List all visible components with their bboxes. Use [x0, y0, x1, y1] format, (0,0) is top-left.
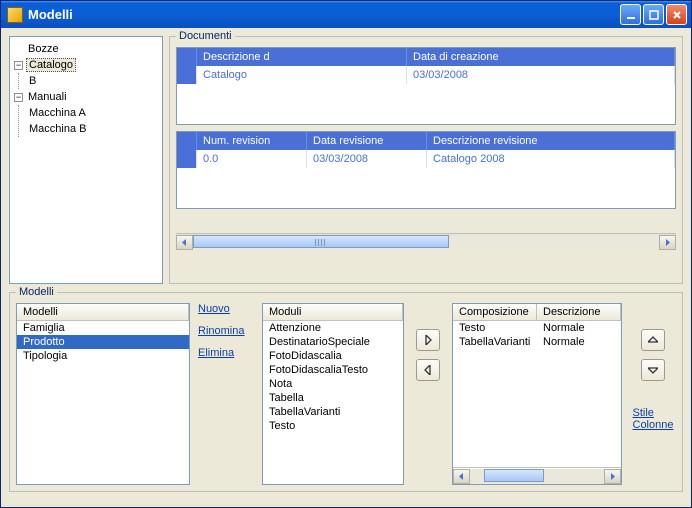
app-icon [7, 7, 23, 23]
modelli-header[interactable]: Modelli [17, 304, 189, 320]
list-item[interactable]: Nota [263, 377, 403, 391]
tree-node-manuali-child[interactable]: Macchina B [27, 121, 158, 137]
list-item[interactable]: Attenzione [263, 321, 403, 335]
rinomina-link[interactable]: Rinomina [198, 325, 254, 337]
minimize-button[interactable] [620, 4, 641, 25]
composizione-list[interactable]: Composizione Descrizione Testo Normale T… [452, 303, 622, 485]
col-composizione[interactable]: Composizione [453, 304, 537, 320]
scroll-right-icon[interactable] [659, 235, 676, 250]
scroll-left-icon[interactable] [453, 469, 470, 484]
horizontal-scrollbar[interactable] [176, 233, 676, 250]
scroll-left-icon[interactable] [176, 235, 193, 250]
tree-node-manuali-child[interactable]: Macchina A [27, 105, 158, 121]
table-row[interactable]: Testo Normale [453, 321, 621, 335]
documenti-group: Documenti Descrizione d Data di creazion… [169, 36, 683, 284]
modelli-group: Modelli Modelli Famiglia Prodotto Tipolo… [9, 292, 683, 492]
list-item[interactable]: FotoDidascalia [263, 349, 403, 363]
window-title: Modelli [28, 7, 620, 22]
add-button[interactable] [416, 329, 440, 351]
moduli-header[interactable]: Moduli [263, 304, 403, 320]
list-item[interactable]: Testo [263, 419, 403, 433]
scroll-thumb[interactable] [193, 235, 449, 248]
tree-node-catalogo[interactable]: − Catalogo [14, 57, 158, 73]
list-item[interactable]: DestinatarioSpeciale [263, 335, 403, 349]
close-button[interactable] [666, 4, 687, 25]
stile-link[interactable]: Stile [633, 407, 674, 419]
revisions-grid[interactable]: Num. revision Data revisione Descrizione… [176, 131, 676, 209]
action-links: Nuovo Rinomina Elimina [198, 303, 254, 485]
col-data-creazione[interactable]: Data di creazione [407, 48, 675, 66]
move-down-button[interactable] [641, 359, 665, 381]
tree-node-catalogo-child[interactable]: B [27, 73, 158, 89]
moduli-list[interactable]: Moduli Attenzione DestinatarioSpeciale F… [262, 303, 404, 485]
scroll-thumb[interactable] [484, 469, 544, 482]
collapse-icon[interactable]: − [14, 93, 23, 102]
titlebar: Modelli [1, 1, 691, 28]
col-descr-revisione[interactable]: Descrizione revisione [427, 132, 675, 150]
list-item[interactable]: Tipologia [17, 349, 189, 363]
col-descrizione[interactable]: Descrizione d [197, 48, 407, 66]
table-row[interactable]: ▸ Catalogo 03/03/2008 [177, 66, 675, 84]
maximize-button[interactable] [643, 4, 664, 25]
collapse-icon[interactable]: − [14, 61, 23, 70]
row-selector-icon[interactable]: ▸ [177, 150, 197, 168]
documents-grid[interactable]: Descrizione d Data di creazione ▸ Catalo… [176, 47, 676, 125]
remove-button[interactable] [416, 359, 440, 381]
move-up-button[interactable] [641, 329, 665, 351]
tree-view[interactable]: Bozze − Catalogo B − Manuali Ma [9, 36, 163, 284]
table-row[interactable]: TabellaVarianti Normale [453, 335, 621, 349]
modelli-list[interactable]: Modelli Famiglia Prodotto Tipologia [16, 303, 190, 485]
nuovo-link[interactable]: Nuovo [198, 303, 254, 315]
col-descrizione[interactable]: Descrizione [537, 304, 621, 320]
list-item[interactable]: Tabella [263, 391, 403, 405]
elimina-link[interactable]: Elimina [198, 347, 254, 359]
documenti-label: Documenti [176, 30, 235, 42]
row-selector-icon[interactable]: ▸ [177, 66, 197, 84]
tree-node-bozze[interactable]: Bozze [14, 41, 158, 57]
modelli-label: Modelli [16, 286, 57, 298]
col-data-revisione[interactable]: Data revisione [307, 132, 427, 150]
list-item[interactable]: Famiglia [17, 321, 189, 335]
list-item[interactable]: TabellaVarianti [263, 405, 403, 419]
list-item[interactable]: FotoDidascaliaTesto [263, 363, 403, 377]
tree-node-manuali[interactable]: − Manuali [14, 89, 158, 105]
scroll-right-icon[interactable] [604, 469, 621, 484]
app-window: Modelli Bozze − Catalogo [0, 0, 692, 508]
colonne-link[interactable]: Colonne [633, 419, 674, 431]
horizontal-scrollbar[interactable] [453, 467, 621, 484]
col-num-revision[interactable]: Num. revision [197, 132, 307, 150]
table-row[interactable]: ▸ 0.0 03/03/2008 Catalogo 2008 [177, 150, 675, 168]
list-item[interactable]: Prodotto [17, 335, 189, 349]
